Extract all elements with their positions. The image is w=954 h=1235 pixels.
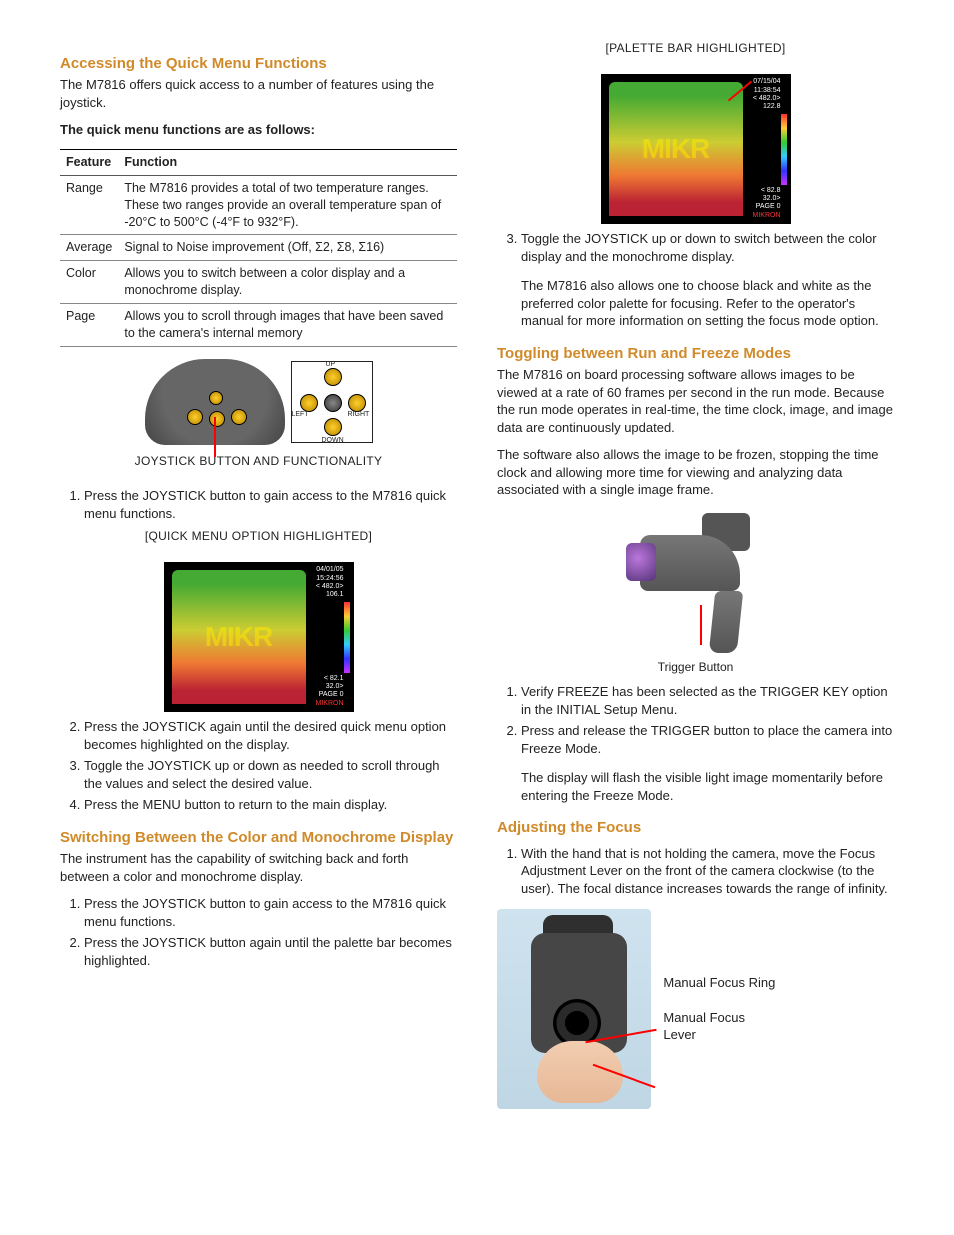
camera-lens-icon xyxy=(626,543,656,581)
list-item: Press the JOYSTICK button to gain access… xyxy=(84,895,457,930)
caption-joystick: JOYSTICK BUTTON AND FUNCTIONALITY xyxy=(60,453,457,469)
trigger-button-label: Trigger Button xyxy=(497,659,894,675)
heading-focus: Adjusting the Focus xyxy=(497,818,894,838)
joystick-device-icon xyxy=(145,359,285,445)
thermal-screenshot-1: MIKR 04/01/05 15:24:56 < 482.0> 106.1 < … xyxy=(164,562,354,712)
intro-quick-menu: The M7816 offers quick access to a numbe… xyxy=(60,76,457,111)
quick-menu-table: Feature Function RangeThe M7816 provides… xyxy=(60,149,457,347)
p-run-freeze-2: The software also allows the image to be… xyxy=(497,446,894,499)
list-item: With the hand that is not holding the ca… xyxy=(521,845,894,898)
list-item: Press the JOYSTICK button to gain access… xyxy=(84,487,457,522)
heading-color-mono: Switching Between the Color and Monochro… xyxy=(60,828,457,848)
list-item: Verify FREEZE has been selected as the T… xyxy=(521,683,894,718)
steps-quick-menu-a: Press the JOYSTICK button to gain access… xyxy=(60,487,457,522)
thermal-image-icon: MIKR xyxy=(172,570,306,704)
palette-spectrum-icon xyxy=(781,114,787,185)
p-color-mono: The instrument has the capability of swi… xyxy=(60,850,457,885)
heading-quick-menu: Accessing the Quick Menu Functions xyxy=(60,54,457,74)
label-focus-ring: Manual Focus Ring xyxy=(663,975,777,992)
steps-freeze: Verify FREEZE has been selected as the T… xyxy=(497,683,894,757)
list-item: Press the JOYSTICK again until the desir… xyxy=(84,718,457,753)
thermal-image-icon: MIKR xyxy=(609,82,743,216)
steps-quick-menu-b: Press the JOYSTICK again until the desir… xyxy=(60,718,457,814)
list-item: Toggle the JOYSTICK up or down to switch… xyxy=(521,230,894,265)
heading-run-freeze: Toggling between Run and Freeze Modes xyxy=(497,344,894,364)
thermal-screenshot-2: MIKR 07/15/04 11:38:54 < 482.0> 122.8 < … xyxy=(601,74,791,224)
steps-palette: Toggle the JOYSTICK up or down to switch… xyxy=(497,230,894,265)
list-item: Toggle the JOYSTICK up or down as needed… xyxy=(84,757,457,792)
steps-focus: With the hand that is not holding the ca… xyxy=(497,845,894,898)
p-palette-note: The M7816 also allows one to choose blac… xyxy=(521,277,894,330)
table-row: AverageSignal to Noise improvement (Off,… xyxy=(60,235,457,261)
p-freeze-note: The display will flash the visible light… xyxy=(521,769,894,804)
table-row: ColorAllows you to switch between a colo… xyxy=(60,261,457,304)
palette-spectrum-icon xyxy=(344,602,350,673)
caption-palette-bar: [PALETTE BAR HIGHLIGHTED] xyxy=(497,40,894,56)
callout-arrow-icon xyxy=(700,605,702,645)
camera-in-hand-icon xyxy=(497,909,651,1109)
label-focus-lever: Manual Focus Lever xyxy=(663,1010,777,1044)
th-function: Function xyxy=(118,149,457,175)
quick-menu-subhead: The quick menu functions are as follows: xyxy=(60,121,457,139)
p-run-freeze-1: The M7816 on board processing software a… xyxy=(497,366,894,436)
dpad-icon: UP DOWN LEFT RIGHT xyxy=(291,361,373,443)
focus-figure: Manual Focus Ring Manual Focus Lever xyxy=(497,909,777,1109)
joystick-figure: UP DOWN LEFT RIGHT xyxy=(129,357,389,447)
list-item: Press the JOYSTICK button again until th… xyxy=(84,934,457,969)
table-row: PageAllows you to scroll through images … xyxy=(60,304,457,347)
list-item: Press the MENU button to return to the m… xyxy=(84,796,457,814)
caption-quick-menu-shot: [QUICK MENU OPTION HIGHLIGHTED] xyxy=(60,528,457,544)
list-item: Press and release the TRIGGER button to … xyxy=(521,722,894,757)
table-row: RangeThe M7816 provides a total of two t… xyxy=(60,175,457,235)
th-feature: Feature xyxy=(60,149,118,175)
steps-color-mono: Press the JOYSTICK button to gain access… xyxy=(60,895,457,969)
camera-side-figure xyxy=(616,509,776,659)
